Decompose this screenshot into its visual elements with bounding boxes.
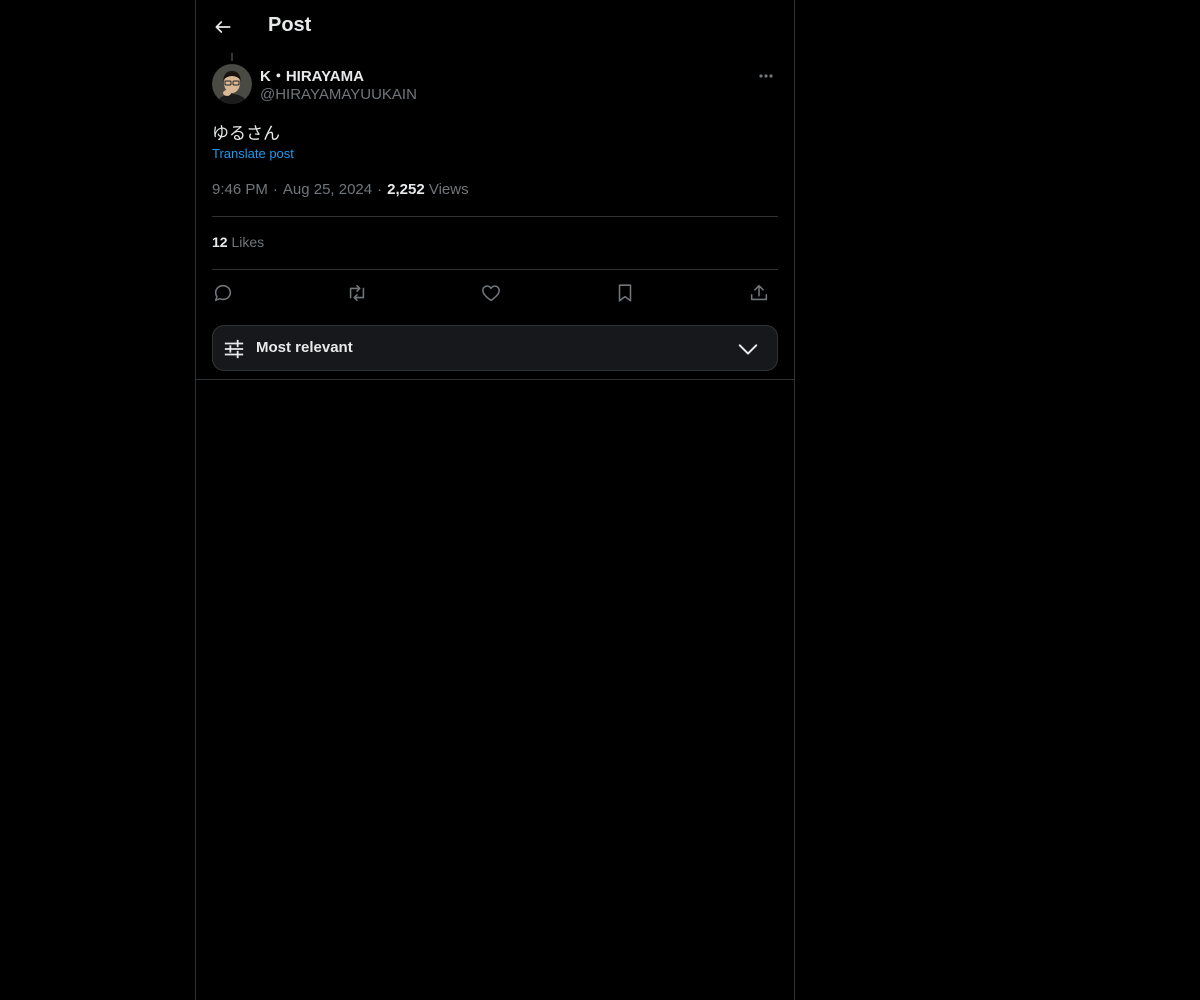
divider — [196, 379, 794, 380]
like-button[interactable] — [478, 280, 504, 306]
thread-connector — [231, 53, 233, 61]
post-time[interactable]: 9:46 PM — [212, 181, 268, 198]
back-button[interactable] — [208, 12, 238, 42]
reply-icon — [214, 284, 232, 302]
post-column: Post K・HIRAYAMA @HIRAYAMAYUUKAIN ゆるさん Tr… — [195, 0, 795, 1000]
likes-count: 12 — [212, 234, 228, 250]
post-meta: 9:46 PM · Aug 25, 2024 · 2,252 Views — [212, 181, 469, 198]
meta-separator: · — [272, 181, 278, 198]
views-count: 2,252 — [387, 181, 425, 198]
repost-button[interactable] — [344, 280, 370, 306]
bookmark-button[interactable] — [612, 280, 638, 306]
author-handle[interactable]: @HIRAYAMAYUUKAIN — [260, 86, 417, 103]
meta-separator: · — [377, 181, 383, 198]
translate-post-link[interactable]: Translate post — [212, 146, 294, 161]
more-horizontal-icon — [759, 74, 773, 78]
post-date[interactable]: Aug 25, 2024 — [283, 181, 372, 198]
avatar[interactable] — [212, 64, 252, 104]
share-button[interactable] — [746, 280, 772, 306]
page-title: Post — [268, 14, 312, 36]
share-icon — [750, 284, 768, 301]
repost-icon — [349, 284, 365, 302]
chevron-down-icon — [738, 344, 758, 355]
sort-label: Most relevant — [256, 339, 353, 356]
bookmark-icon — [618, 284, 632, 302]
likes-label: Likes — [231, 234, 265, 250]
post-action-bar — [212, 280, 778, 306]
post-author-row: K・HIRAYAMA @HIRAYAMAYUUKAIN — [212, 64, 778, 108]
likes-stat[interactable]: 12 Likes — [212, 234, 264, 250]
like-icon — [482, 285, 500, 302]
reply-button[interactable] — [210, 280, 236, 306]
divider — [212, 269, 778, 270]
sliders-icon — [224, 339, 244, 359]
reply-sort-dropdown[interactable]: Most relevant — [212, 325, 778, 371]
avatar-image — [212, 64, 252, 104]
page-header: Post — [196, 0, 794, 53]
arrow-left-icon — [215, 21, 231, 33]
post-text: ゆるさん — [212, 124, 280, 143]
more-options-button[interactable] — [754, 64, 778, 88]
divider — [212, 216, 778, 217]
author-name[interactable]: K・HIRAYAMA — [260, 65, 364, 86]
views-label: Views — [428, 181, 469, 198]
